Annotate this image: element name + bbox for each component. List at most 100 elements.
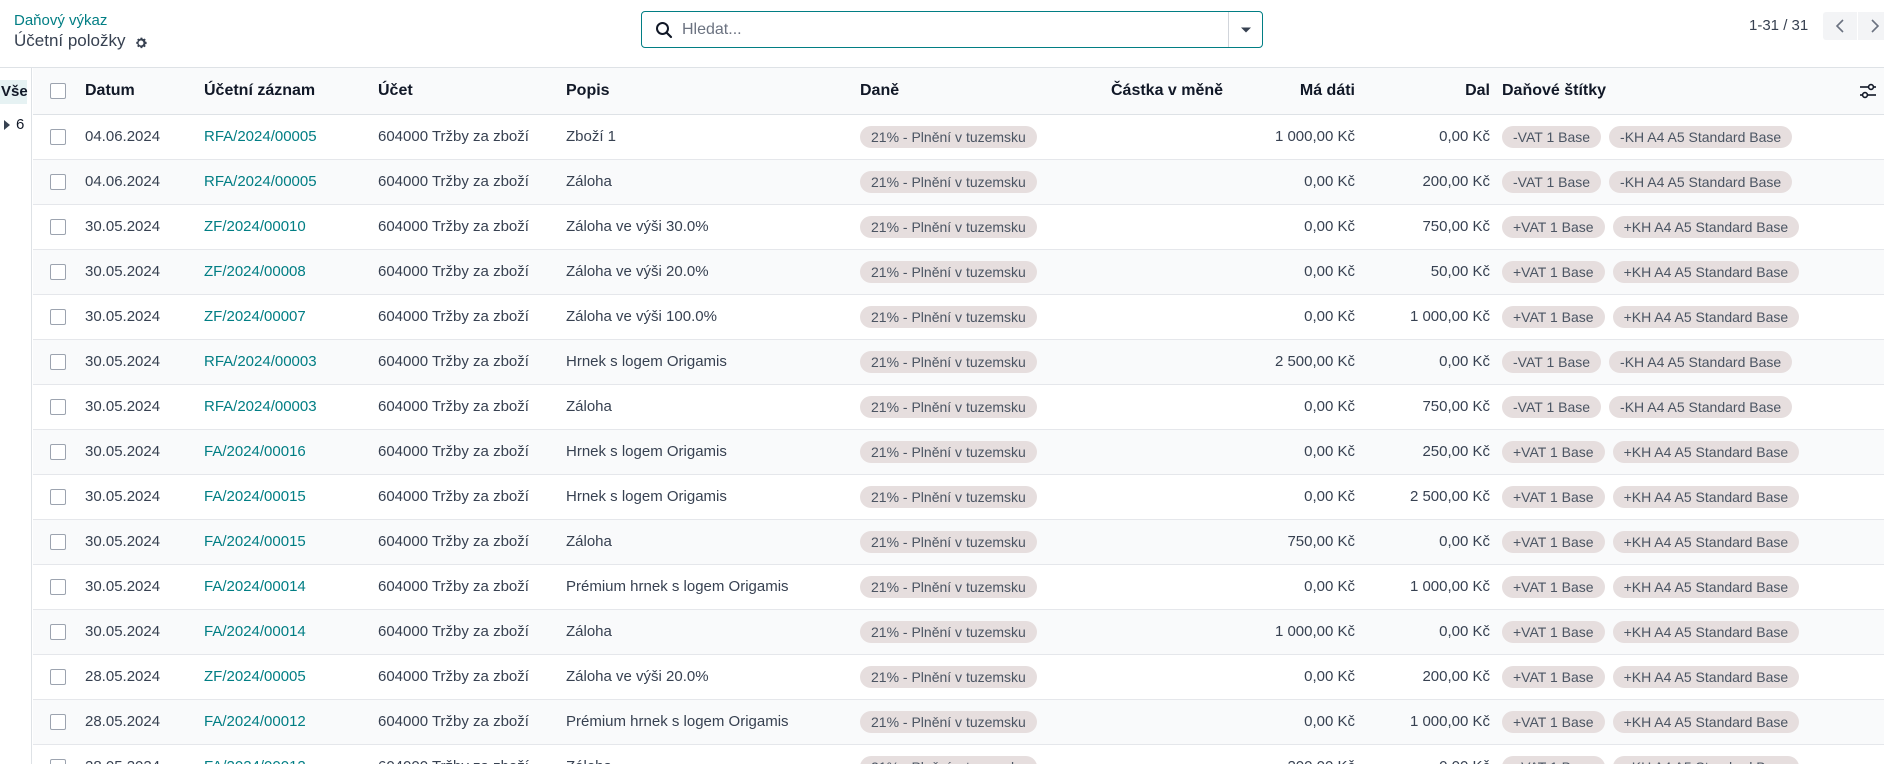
tax-tag-badge: +KH A4 A5 Standard Base bbox=[1612, 215, 1800, 238]
cell-description: Záloha bbox=[566, 744, 860, 764]
table-row[interactable]: 30.05.2024 ZF/2024/00010 604000 Tržby za z… bbox=[33, 204, 1884, 249]
row-checkbox[interactable] bbox=[50, 309, 66, 326]
gear-icon[interactable] bbox=[134, 34, 148, 49]
cell-entry[interactable]: FA/2024/00014 bbox=[204, 564, 378, 609]
column-description[interactable]: Popis bbox=[566, 68, 860, 114]
cell-entry[interactable]: ZF/2024/00007 bbox=[204, 294, 378, 339]
column-tax-tags-label[interactable]: Daňové štítky bbox=[1502, 82, 1606, 99]
cell-taxes: 21% - Plnění v tuzemsku bbox=[860, 519, 1111, 564]
column-entry[interactable]: Účetní záznam bbox=[204, 68, 378, 114]
pager-value[interactable]: 1-31 / 31 bbox=[1749, 16, 1808, 36]
row-checkbox[interactable] bbox=[50, 714, 66, 731]
cell-credit: 250,00 Kč bbox=[1422, 443, 1490, 460]
table-row[interactable]: 04.06.2024 RFA/2024/00005 604000 Tržby za … bbox=[33, 114, 1884, 159]
cell-entry[interactable]: FA/2024/00016 bbox=[204, 429, 378, 474]
cell-tax-tags: -VAT 1 Base -KH A4 A5 Standard Base bbox=[1490, 339, 1884, 384]
cell-entry[interactable]: ZF/2024/00010 bbox=[204, 204, 378, 249]
cell-taxes: 21% - Plnění v tuzemsku bbox=[860, 339, 1111, 384]
column-credit[interactable]: Dal bbox=[1355, 68, 1490, 114]
cell-date: 30.05.2024 bbox=[85, 533, 161, 550]
cell-amount-currency bbox=[1111, 339, 1221, 384]
cell-entry[interactable]: RFA/2024/00005 bbox=[204, 114, 378, 159]
cell-date: 30.05.2024 bbox=[85, 218, 161, 235]
table-row[interactable]: 30.05.2024 ZF/2024/00007 604000 Tržby za z… bbox=[33, 294, 1884, 339]
cell-credit: 0,00 Kč bbox=[1439, 623, 1490, 640]
cell-entry[interactable]: FA/2024/00015 bbox=[204, 474, 378, 519]
table-row[interactable]: 28.05.2024 ZF/2024/00005 604000 Tržby za z… bbox=[33, 654, 1884, 699]
cell-debit: 0,00 Kč bbox=[1304, 218, 1355, 235]
search-panel-all[interactable]: Vše bbox=[0, 80, 28, 104]
cell-debit: 750,00 Kč bbox=[1287, 533, 1355, 550]
table-row[interactable]: 30.05.2024 FA/2024/00015 604000 Tržby za z… bbox=[33, 474, 1884, 519]
row-checkbox[interactable] bbox=[50, 579, 66, 596]
row-checkbox[interactable] bbox=[50, 264, 66, 281]
cell-tax-tags: -VAT 1 Base -KH A4 A5 Standard Base bbox=[1490, 384, 1884, 429]
table-row[interactable]: 30.05.2024 FA/2024/00016 604000 Tržby za z… bbox=[33, 429, 1884, 474]
column-date[interactable]: Datum bbox=[85, 68, 204, 114]
table-row[interactable]: 30.05.2024 FA/2024/00014 604000 Tržby za z… bbox=[33, 564, 1884, 609]
table-row[interactable]: 30.05.2024 FA/2024/00015 604000 Tržby za z… bbox=[33, 519, 1884, 564]
tax-tag-badge: -KH A4 A5 Standard Base bbox=[1609, 395, 1793, 418]
cell-tax-tags: +VAT 1 Base +KH A4 A5 Standard Base bbox=[1490, 744, 1884, 764]
table-row[interactable]: 30.05.2024 RFA/2024/00003 604000 Tržby za … bbox=[33, 384, 1884, 429]
cell-entry[interactable]: RFA/2024/00005 bbox=[204, 159, 378, 204]
row-checkbox[interactable] bbox=[50, 759, 66, 764]
search-icon bbox=[654, 20, 674, 40]
table-row[interactable]: 28.05.2024FA/2024/00012604000 Tržby za z… bbox=[33, 744, 1884, 764]
cell-tax-tags: +VAT 1 Base +KH A4 A5 Standard Base bbox=[1490, 609, 1884, 654]
column-taxes[interactable]: Daně bbox=[860, 68, 1111, 114]
table-row[interactable]: 30.05.2024 ZF/2024/00008 604000 Tržby za z… bbox=[33, 249, 1884, 294]
pager-previous-button[interactable] bbox=[1823, 12, 1857, 40]
tax-tag-badge: +KH A4 A5 Standard Base bbox=[1612, 305, 1800, 328]
table-row[interactable]: 04.06.2024 RFA/2024/00005 604000 Tržby za … bbox=[33, 159, 1884, 204]
cell-debit: 200,00 Kč bbox=[1221, 744, 1355, 764]
cell-entry[interactable]: RFA/2024/00003 bbox=[204, 339, 378, 384]
cell-taxes: 21% - Plnění v tuzemsku bbox=[860, 564, 1111, 609]
column-account[interactable]: Účet bbox=[378, 68, 566, 114]
row-checkbox[interactable] bbox=[50, 399, 66, 416]
tax-badge: 21% - Plnění v tuzemsku bbox=[860, 125, 1037, 148]
row-checkbox[interactable] bbox=[50, 624, 66, 641]
row-checkbox[interactable] bbox=[50, 534, 66, 551]
row-checkbox[interactable] bbox=[50, 219, 66, 236]
cell-taxes: 21% - Plnění v tuzemsku bbox=[860, 249, 1111, 294]
row-checkbox[interactable] bbox=[50, 129, 66, 146]
table-row[interactable]: 30.05.2024 RFA/2024/00003 604000 Tržby za … bbox=[33, 339, 1884, 384]
table-row[interactable]: 30.05.2024 FA/2024/00014 604000 Tržby za z… bbox=[33, 609, 1884, 654]
row-checkbox[interactable] bbox=[50, 489, 66, 506]
cell-entry[interactable]: FA/2024/00012 bbox=[204, 744, 378, 764]
tax-tag-badge: -KH A4 A5 Standard Base bbox=[1609, 125, 1793, 148]
column-amount-currency[interactable]: Částka v měně bbox=[1111, 68, 1223, 114]
row-checkbox[interactable] bbox=[50, 354, 66, 371]
tax-badge: 21% - Plnění v tuzemsku bbox=[860, 665, 1037, 688]
cell-tax-tags: +VAT 1 Base +KH A4 A5 Standard Base bbox=[1490, 654, 1884, 699]
column-options-icon[interactable] bbox=[1858, 82, 1878, 100]
breadcrumb-tax-report[interactable]: Daňový výkaz bbox=[14, 12, 107, 30]
cell-entry[interactable]: ZF/2024/00008 bbox=[204, 249, 378, 294]
cell-taxes: 21% - Plnění v tuzemsku bbox=[860, 429, 1111, 474]
cell-entry[interactable]: FA/2024/00012 bbox=[204, 699, 378, 744]
cell-entry[interactable]: ZF/2024/00005 bbox=[204, 654, 378, 699]
select-all-checkbox[interactable] bbox=[50, 82, 66, 99]
column-debit[interactable]: Má dáti bbox=[1221, 68, 1355, 114]
row-checkbox[interactable] bbox=[50, 444, 66, 461]
cell-amount-currency bbox=[1111, 249, 1221, 294]
cell-date: 04.06.2024 bbox=[85, 128, 161, 145]
cell-entry[interactable]: RFA/2024/00003 bbox=[204, 384, 378, 429]
search-options-toggle[interactable] bbox=[1228, 12, 1262, 47]
cell-account: 604000 Tržby za zboží bbox=[378, 308, 529, 325]
cell-debit: 1 000,00 Kč bbox=[1274, 128, 1355, 145]
cell-date: 30.05.2024 bbox=[85, 353, 161, 370]
page-title: Účetní položky bbox=[14, 30, 148, 52]
search-input[interactable] bbox=[674, 12, 1228, 47]
cell-entry[interactable]: FA/2024/00015 bbox=[204, 519, 378, 564]
row-checkbox[interactable] bbox=[50, 669, 66, 686]
cell-amount-currency bbox=[1111, 204, 1221, 249]
row-checkbox[interactable] bbox=[50, 174, 66, 191]
cell-entry[interactable]: FA/2024/00014 bbox=[204, 609, 378, 654]
search-panel-group[interactable]: 6 bbox=[4, 116, 24, 133]
cell-description: Hrnek s logem Origamis bbox=[566, 443, 727, 460]
tax-tag-badge: +VAT 1 Base bbox=[1502, 215, 1605, 238]
pager-next-button[interactable] bbox=[1858, 12, 1884, 40]
table-row[interactable]: 28.05.2024FA/2024/00012604000 Tržby za z… bbox=[33, 699, 1884, 744]
